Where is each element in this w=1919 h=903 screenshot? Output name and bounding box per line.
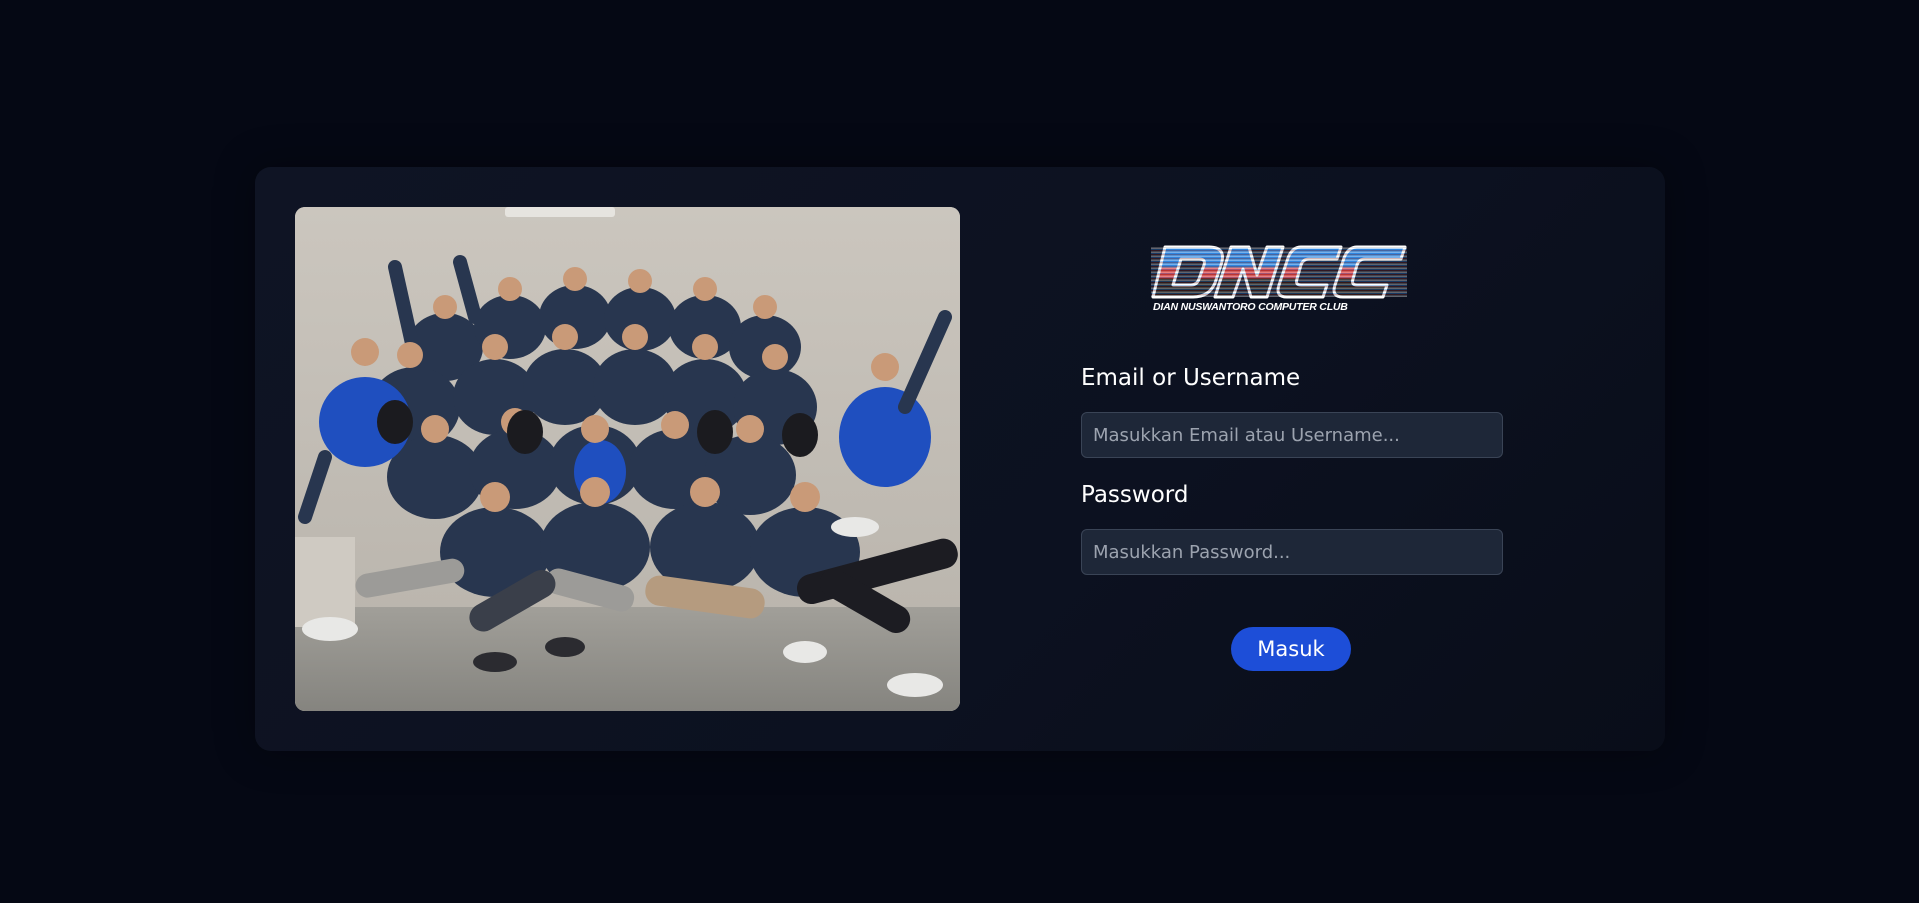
group-photo-illustration [295, 207, 960, 711]
logo-caption: DIAN NUSWANTORO COMPUTER CLUB [1153, 301, 1348, 313]
password-input[interactable] [1081, 529, 1503, 575]
email-username-input[interactable] [1081, 412, 1503, 458]
password-label: Password [1081, 482, 1189, 508]
login-card: DIAN NUSWANTORO COMPUTER CLUB Email or U… [255, 167, 1665, 751]
email-label: Email or Username [1081, 365, 1301, 391]
dncc-logo-mark [1151, 245, 1407, 299]
submit-button[interactable]: Masuk [1231, 627, 1351, 671]
login-form: DIAN NUSWANTORO COMPUTER CLUB Email or U… [1081, 167, 1505, 751]
dncc-logo: DIAN NUSWANTORO COMPUTER CLUB [1151, 241, 1407, 321]
group-photo [295, 207, 960, 711]
